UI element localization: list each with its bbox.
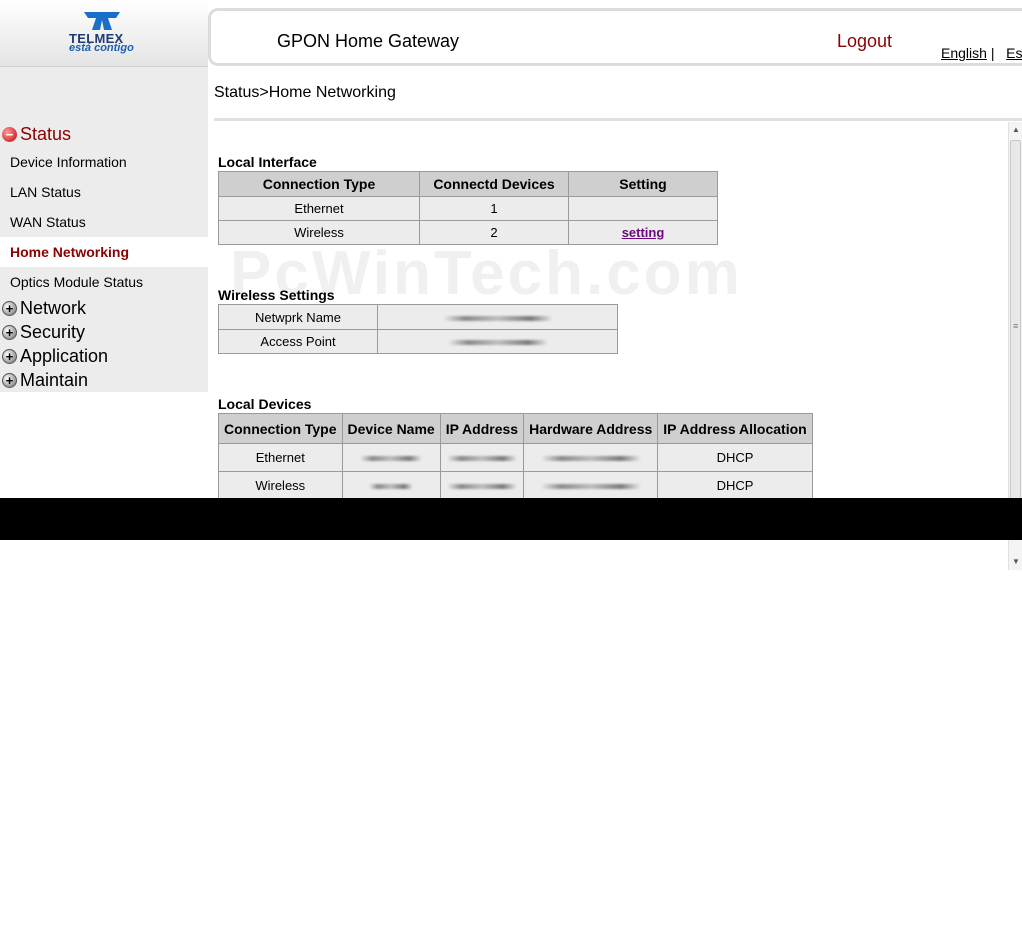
table-row: Access Point — [218, 329, 618, 354]
connected-devices-cell: 1 — [419, 196, 569, 221]
wireless-settings-title: Wireless Settings — [218, 287, 335, 303]
redacted-value — [447, 340, 548, 346]
connection-type-cell: Ethernet — [218, 443, 343, 472]
telmex-logo: TELMEX está contigo — [0, 0, 208, 67]
column-header: IP Address — [439, 413, 525, 444]
column-header: Connection Type — [218, 413, 343, 444]
setting-cell — [568, 196, 718, 221]
table-row: Wireless 2 setting — [218, 220, 718, 245]
connection-type-cell: Wireless — [218, 220, 420, 245]
sidebar-group-status[interactable]: − Status — [2, 124, 71, 145]
sidebar-item-home-networking[interactable]: Home Networking — [0, 237, 208, 267]
table-row: Ethernet 1 — [218, 196, 718, 221]
app-title: GPON Home Gateway — [277, 31, 460, 51]
connection-type-cell: Wireless — [218, 471, 343, 500]
local-devices-table: Connection Type Device Name IP Address H… — [218, 413, 813, 500]
column-header: Device Name — [341, 413, 441, 444]
wireless-settings-table: Netwprk Name Access Point — [218, 304, 618, 354]
local-interface-table: Connection Type Connectd Devices Setting… — [218, 171, 718, 245]
sidebar-group-application[interactable]: + Application — [2, 346, 108, 367]
ip-address-cell — [439, 471, 525, 500]
redacted-value — [446, 456, 517, 462]
scroll-thumb[interactable]: ≡ — [1010, 140, 1021, 514]
sidebar-group-label: Maintain — [20, 370, 89, 390]
sidebar-group-label: Application — [20, 346, 109, 366]
ip-address-cell — [439, 443, 525, 472]
table-header-row: Connection Type Device Name IP Address H… — [218, 413, 813, 444]
collapse-icon: − — [2, 127, 17, 142]
column-header: Hardware Address — [523, 413, 659, 444]
device-name-cell — [341, 471, 441, 500]
field-label: Access Point — [218, 329, 378, 354]
lang-english-link[interactable]: English — [941, 45, 987, 61]
hardware-address-cell — [523, 443, 659, 472]
table-row: Wireless DHCP — [218, 471, 813, 500]
table-row: Netwprk Name — [218, 304, 618, 330]
telmex-logo-icon — [84, 12, 120, 30]
sidebar: − Status Device Information LAN Status W… — [0, 67, 208, 392]
wireless-setting-link[interactable]: setting — [622, 225, 665, 240]
device-name-cell — [341, 443, 441, 472]
redacted-value — [540, 484, 641, 490]
sidebar-group-label: Network — [20, 298, 87, 318]
connection-type-cell: Ethernet — [218, 196, 420, 221]
sidebar-group-security[interactable]: + Security — [2, 322, 85, 343]
header-bar: GPON Home Gateway Logout English | Es — [208, 8, 1022, 66]
sidebar-item-wan-status[interactable]: WAN Status — [0, 207, 208, 237]
sidebar-group-network[interactable]: + Network — [2, 298, 86, 319]
hardware-address-cell — [523, 471, 659, 500]
black-overlay-band — [0, 498, 1022, 540]
column-header: Setting — [568, 171, 718, 197]
table-row: Ethernet DHCP — [218, 443, 813, 472]
ip-allocation-cell: DHCP — [657, 471, 813, 500]
redacted-value — [442, 315, 553, 321]
column-header: Connection Type — [218, 171, 420, 197]
column-header: IP Address Allocation — [657, 413, 813, 444]
access-point-value — [377, 329, 618, 354]
ip-allocation-cell: DHCP — [657, 443, 813, 472]
redacted-value — [360, 456, 423, 462]
redacted-value — [540, 456, 641, 462]
connected-devices-cell: 2 — [419, 220, 569, 245]
logo-tagline: está contigo — [69, 42, 134, 54]
breadcrumb: Status>Home Networking — [214, 84, 396, 101]
expand-icon: + — [2, 325, 17, 340]
redacted-value — [369, 484, 414, 490]
sidebar-group-label: Security — [20, 322, 86, 342]
column-header: Connectd Devices — [419, 171, 569, 197]
scroll-up-arrow-icon[interactable]: ▲ — [1009, 122, 1022, 138]
grip-icon: ≡ — [1013, 321, 1019, 331]
local-interface-title: Local Interface — [218, 154, 317, 170]
sidebar-group-maintain[interactable]: + Maintain — [2, 370, 88, 391]
logout-link[interactable]: Logout — [837, 31, 892, 52]
sidebar-group-label: Status — [20, 124, 72, 144]
sidebar-item-optics-module-status[interactable]: Optics Module Status — [0, 267, 208, 297]
scroll-down-arrow-icon[interactable]: ▼ — [1009, 554, 1022, 570]
setting-cell: setting — [568, 220, 718, 245]
language-switcher: English | Es — [941, 45, 1022, 61]
expand-icon: + — [2, 349, 17, 364]
sidebar-item-lan-status[interactable]: LAN Status — [0, 177, 208, 207]
network-name-value — [377, 304, 618, 330]
divider — [214, 118, 1022, 121]
expand-icon: + — [2, 301, 17, 316]
lang-spanish-link[interactable]: Es — [1006, 45, 1022, 61]
redacted-value — [446, 484, 517, 490]
field-label: Netwprk Name — [218, 304, 378, 330]
local-devices-title: Local Devices — [218, 396, 312, 412]
expand-icon: + — [2, 373, 17, 388]
sidebar-item-device-information[interactable]: Device Information — [0, 147, 208, 177]
lang-separator: | — [990, 45, 995, 61]
table-header-row: Connection Type Connectd Devices Setting — [218, 171, 718, 197]
